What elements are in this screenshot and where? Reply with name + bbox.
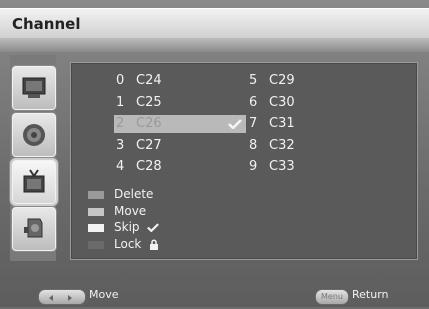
channel-number: 0 <box>116 73 125 88</box>
channel-row[interactable]: 5 C29 <box>249 72 329 90</box>
channel-name: C32 <box>269 138 295 153</box>
sound-icon[interactable] <box>12 113 56 157</box>
move-swatch <box>88 207 104 216</box>
skip-check-icon <box>228 119 242 129</box>
delete-swatch <box>88 190 104 199</box>
channel-number: 9 <box>249 159 258 174</box>
channel-name: C29 <box>269 73 295 88</box>
channel-row[interactable]: 8 C32 <box>249 137 329 155</box>
tv-antenna-icon <box>23 169 45 193</box>
page-title: Channel <box>12 15 81 33</box>
setup-icon-svg <box>24 218 43 238</box>
channel-number: 3 <box>116 138 125 153</box>
arrow-keys-icon <box>49 295 72 301</box>
channel-name: C26 <box>136 116 162 131</box>
header-gradient <box>0 38 429 52</box>
channel-name: C25 <box>136 95 162 110</box>
channel-row[interactable]: 4 C28 <box>116 158 224 176</box>
channel-name: C27 <box>136 138 162 153</box>
channel-row[interactable]: 1 C25 <box>116 94 224 112</box>
channel-row[interactable]: 7 C31 <box>249 115 329 133</box>
legend-label: Lock <box>114 237 142 251</box>
legend-label: Delete <box>114 187 154 201</box>
skip-swatch <box>88 223 104 232</box>
channel-name: C24 <box>136 73 162 88</box>
lock-swatch <box>88 240 104 249</box>
legend-skip: Skip <box>88 219 160 235</box>
legend-delete: Delete <box>88 186 153 202</box>
channel-name: C33 <box>269 159 295 174</box>
channel-number: 5 <box>249 73 258 88</box>
channel-row[interactable]: 3 C27 <box>116 137 224 155</box>
channel-row-selected[interactable]: 2 C26 <box>114 115 246 133</box>
sound-icon-svg <box>23 124 45 146</box>
lock-icon <box>150 239 159 250</box>
channel-number: 8 <box>249 138 258 153</box>
legend-move: Move <box>88 203 146 219</box>
move-help-label: Move <box>89 288 119 301</box>
title-bar: Channel <box>0 8 429 40</box>
channel-name: C28 <box>136 159 162 174</box>
menu-button: Menu <box>315 289 349 305</box>
channel-number: 4 <box>116 159 125 174</box>
channel-row[interactable]: 9 C33 <box>249 158 329 176</box>
picture-icon-svg <box>22 77 46 98</box>
picture-icon[interactable] <box>12 66 56 110</box>
legend-label: Move <box>114 204 147 218</box>
setup-icon[interactable] <box>12 207 56 251</box>
channel-number: 1 <box>116 95 125 110</box>
channel-row[interactable]: 0 C24 <box>116 72 224 90</box>
channel-row[interactable]: 6 C30 <box>249 94 329 112</box>
return-help-label: Return <box>352 288 389 301</box>
dpad-buttons-icon <box>38 289 86 305</box>
channel-icon[interactable] <box>12 160 56 204</box>
channel-number: 7 <box>249 116 258 131</box>
channel-name: C30 <box>269 95 295 110</box>
channel-number: 6 <box>249 95 258 110</box>
channel-number: 2 <box>116 116 125 131</box>
legend-label: Skip <box>114 220 140 234</box>
channel-name: C31 <box>269 116 295 131</box>
legend-lock: Lock <box>88 236 159 252</box>
check-icon <box>147 223 160 233</box>
